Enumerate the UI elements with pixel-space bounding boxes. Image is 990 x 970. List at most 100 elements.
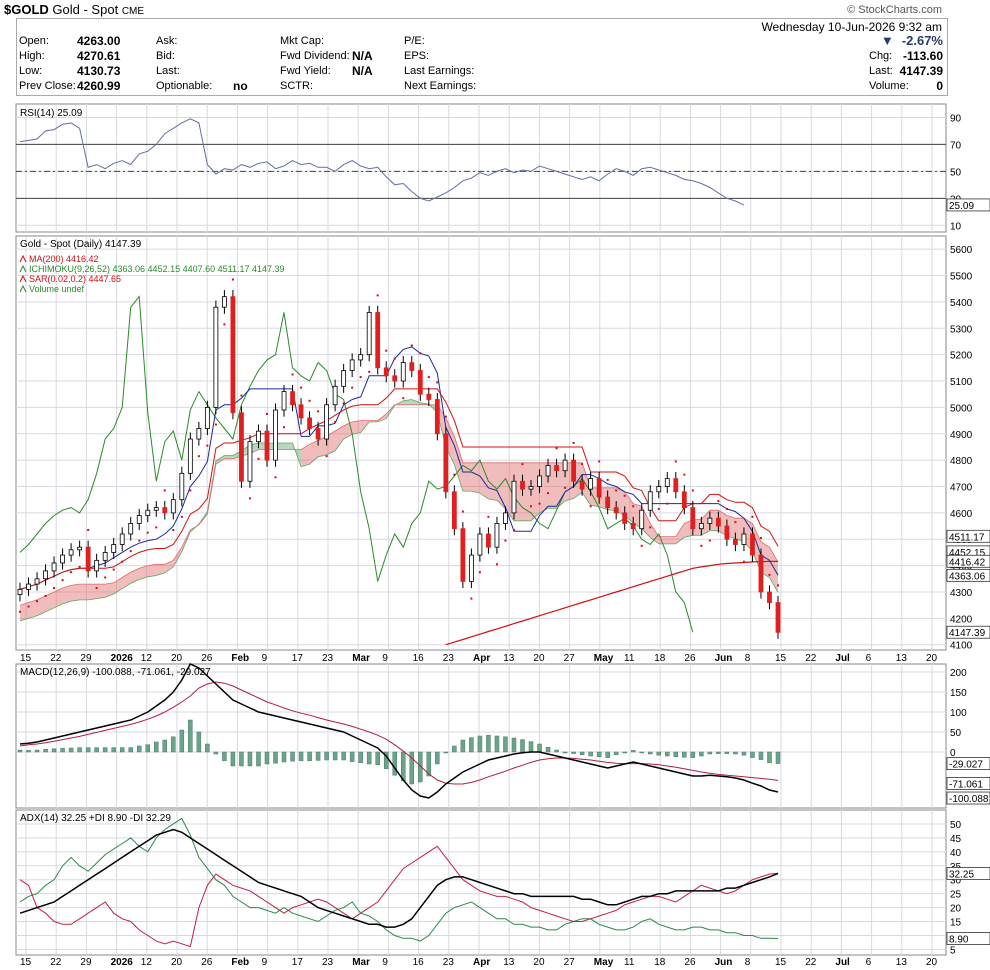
candle-body [622, 512, 628, 524]
macd-histogram-bar [281, 751, 287, 763]
macd-histogram-bar [537, 743, 542, 753]
date-axis-label-bottom: 9 [382, 957, 388, 968]
candle-body [486, 533, 491, 548]
candle-body [724, 525, 730, 540]
ichimoku-cloud [284, 443, 293, 450]
price-tick-label: 4300 [950, 588, 973, 599]
date-axis-label-bottom: 26 [684, 957, 696, 968]
sar-dot [487, 515, 490, 518]
macd-histogram-bar [511, 737, 517, 753]
price-right-label: 4511.17 [949, 532, 985, 543]
date-axis-label-bottom: 27 [564, 957, 576, 968]
macd-histogram-bar [741, 751, 747, 756]
macd-histogram-bar [392, 751, 397, 776]
macd-histogram-bar [298, 751, 304, 762]
sar-dot [189, 489, 192, 492]
candle-body [443, 433, 449, 493]
macd-histogram-bar [554, 749, 559, 753]
sar-dot [598, 460, 601, 463]
date-axis-label: 20 [171, 653, 183, 664]
macd-histogram-bar [60, 748, 65, 753]
macd-histogram-bar [256, 751, 261, 767]
price-tick-label: 5200 [950, 351, 973, 362]
sar-dot [478, 571, 481, 574]
date-axis-label-bottom: May [594, 957, 614, 968]
sar-dot [581, 463, 584, 466]
date-axis-label-bottom: Feb [231, 957, 249, 968]
date-axis-label: 6 [866, 653, 872, 664]
macd-histogram-bar [128, 747, 133, 753]
sar-dot [112, 568, 115, 571]
date-axis-label: 15 [775, 653, 787, 664]
chart-canvas[interactable]: 9070503010RSI(14) 25.0925.09560055005400… [0, 0, 990, 970]
sar-dot [606, 478, 609, 481]
candle-body [554, 465, 559, 472]
sar-dot [419, 352, 422, 355]
macd-histogram-bar [767, 751, 772, 764]
sar-dot [300, 386, 303, 389]
macd-histogram-bar [758, 751, 764, 760]
sar-dot [129, 550, 132, 553]
macd-histogram-bar [85, 747, 91, 753]
date-axis-label: 15 [20, 653, 32, 664]
sar-dot [44, 594, 47, 597]
price-right-label: 4416.42 [949, 557, 986, 568]
macd-histogram-bar [588, 751, 593, 757]
price-legend-entry: SAR(0.02,0.2) 4447.65 [29, 274, 121, 284]
candle-body [290, 391, 295, 406]
macd-right-label: -29.027 [949, 760, 983, 771]
candle-body [392, 375, 398, 382]
price-tick-label: 4200 [950, 614, 973, 625]
sar-dot [632, 505, 635, 508]
sar-dot [402, 397, 405, 400]
macd-histogram-bar [750, 751, 755, 758]
adx-tick-label: 20 [950, 904, 962, 915]
candle-body [434, 399, 440, 435]
candle-body [119, 533, 125, 545]
date-axis-label: 2026 [111, 653, 134, 664]
candle-body [494, 523, 500, 548]
sar-dot [530, 505, 533, 508]
date-axis-label-bottom: 8 [745, 957, 751, 968]
candle-body [239, 412, 244, 482]
macd-histogram-bar [171, 736, 176, 753]
macd-histogram-bar [545, 746, 551, 753]
candle-body [503, 512, 508, 524]
sar-dot [589, 505, 592, 508]
sar-dot [691, 489, 694, 492]
sar-dot [223, 323, 226, 326]
candle-body [639, 509, 645, 530]
candle-body [153, 507, 159, 511]
candle-body [60, 554, 65, 564]
candle-body [102, 552, 108, 561]
candle-body [400, 362, 406, 382]
adx-right-label: 32.25 [949, 869, 974, 880]
macd-histogram-bar [639, 751, 644, 754]
price-tick-label: 4600 [950, 509, 973, 520]
rsi-tick-label: 50 [950, 167, 962, 178]
sar-dot [453, 473, 456, 476]
adx-tick-label: 45 [950, 834, 962, 845]
sar-dot [495, 563, 498, 566]
sar-dot [742, 560, 745, 563]
date-axis-label: May [594, 653, 614, 664]
rsi-last-label: 25.09 [949, 201, 974, 212]
date-axis-label-bottom: 13 [503, 957, 515, 968]
candle-body [741, 533, 747, 545]
candle-body [528, 486, 534, 490]
date-axis-label: Mar [352, 653, 370, 664]
macd-histogram-bar [239, 751, 244, 767]
sar-dot [180, 515, 183, 518]
candle-body [520, 480, 525, 490]
macd-histogram-bar [699, 751, 704, 757]
macd-histogram-bar [579, 751, 585, 756]
macd-histogram-bar [375, 751, 380, 766]
ichimoku-cloud [224, 455, 233, 459]
date-axis-label-bottom: 9 [262, 957, 268, 968]
ichimoku-cloud [667, 536, 676, 544]
macd-histogram-bar [324, 751, 329, 761]
ichimoku-cloud [488, 462, 497, 501]
macd-histogram-bar [77, 747, 82, 753]
macd-right-label: -71.061 [949, 779, 983, 790]
price-tick-label: 5400 [950, 298, 973, 309]
